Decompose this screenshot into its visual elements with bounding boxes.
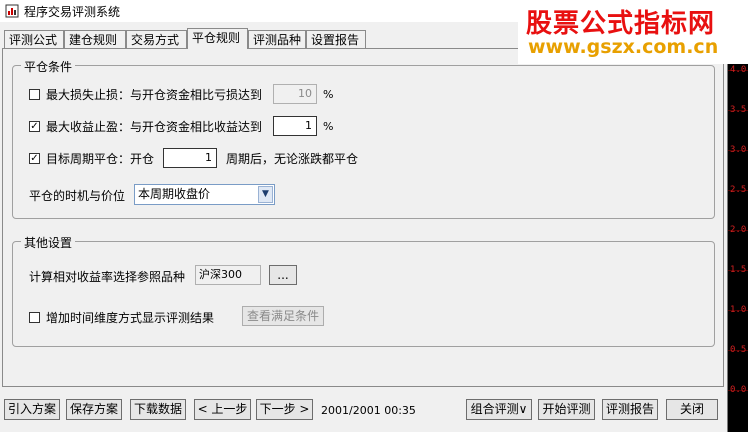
strip-label: 3.5 xyxy=(730,105,747,115)
time-dim-row: 增加时间维度方式显示评测结果 xyxy=(29,309,214,326)
close-conditions-group: 平仓条件 最大损失止损：与开仓资金相比亏损达到 10 % ✓ 最大收益止盈：与开… xyxy=(12,58,715,219)
site-watermark: 股票公式指标网 www.gszx.com.cn xyxy=(518,0,748,64)
tab-report-settings[interactable]: 设置报告 xyxy=(306,30,366,48)
dialog-body: 评测公式 建仓规则 交易方式 平仓规则 评测品种 设置报告 平仓条件 最大损失止… xyxy=(0,22,728,432)
tab-open-rules[interactable]: 建仓规则 xyxy=(64,30,126,48)
strip-label: 3.0 xyxy=(730,145,747,155)
strip-label: 1.5 xyxy=(730,265,747,275)
download-data-button[interactable]: 下载数据 xyxy=(130,399,186,420)
max-loss-row: 最大损失止损：与开仓资金相比亏损达到 xyxy=(29,86,262,103)
save-scheme-button[interactable]: 保存方案 xyxy=(66,399,122,420)
background-chart-strip: 4.0 3.5 3.0 2.5 2.0 1.5 1.0 0.5 0.0 xyxy=(728,0,748,432)
window-title: 程序交易评测系统 xyxy=(24,5,121,19)
other-settings-label: 其他设置 xyxy=(21,234,76,251)
date-status: 2001/2001 00:35 xyxy=(321,404,416,417)
strip-label: 2.5 xyxy=(730,185,747,195)
tab-panel-close-rules: 平仓条件 最大损失止损：与开仓资金相比亏损达到 10 % ✓ 最大收益止盈：与开… xyxy=(2,48,724,387)
watermark-url: www.gszx.com.cn xyxy=(528,36,719,58)
close-button[interactable]: 关闭 xyxy=(666,399,718,420)
target-period-checkbox[interactable]: ✓ xyxy=(29,153,40,164)
tab-trade-mode[interactable]: 交易方式 xyxy=(126,30,187,48)
benchmark-field: 沪深300 xyxy=(195,265,261,285)
close-timing-value: 本周期收盘价 xyxy=(138,187,211,201)
target-period-label: 目标周期平仓：开仓 xyxy=(46,152,155,166)
max-profit-unit: % xyxy=(323,120,334,133)
test-report-button[interactable]: 评测报告 xyxy=(602,399,658,420)
target-period-row: ✓ 目标周期平仓：开仓 xyxy=(29,150,154,167)
watermark-title: 股票公式指标网 xyxy=(526,9,716,39)
close-timing-label: 平仓的时机与价位 xyxy=(29,189,126,203)
tab-formula[interactable]: 评测公式 xyxy=(4,30,64,48)
max-loss-input[interactable]: 10 xyxy=(273,84,317,104)
target-period-input[interactable]: 1 xyxy=(163,148,217,168)
strip-label: 2.0 xyxy=(730,225,747,235)
view-conditions-button[interactable]: 查看满足条件 xyxy=(242,306,324,326)
strip-label: 0.0 xyxy=(730,385,747,395)
strip-label: 4.0 xyxy=(730,65,747,75)
tab-close-rules[interactable]: 平仓规则 xyxy=(187,28,248,49)
close-timing-select[interactable]: 本周期收盘价 ▼ xyxy=(134,184,275,205)
max-profit-row: ✓ 最大收益止盈：与开仓资金相比收益达到 xyxy=(29,118,262,135)
strip-label: 0.5 xyxy=(730,345,747,355)
prev-step-button[interactable]: < 上一步 xyxy=(194,399,251,420)
target-period-suffix: 周期后，无论涨跌都平仓 xyxy=(226,152,359,166)
max-loss-label: 最大损失止损：与开仓资金相比亏损达到 xyxy=(46,88,263,102)
time-dim-checkbox[interactable] xyxy=(29,312,40,323)
max-loss-checkbox[interactable] xyxy=(29,89,40,100)
start-test-button[interactable]: 开始评测 xyxy=(538,399,595,420)
benchmark-browse-button[interactable]: ... xyxy=(269,265,297,285)
import-scheme-button[interactable]: 引入方案 xyxy=(4,399,60,420)
app-icon xyxy=(5,4,19,18)
time-dim-label: 增加时间维度方式显示评测结果 xyxy=(46,311,215,325)
other-settings-group: 其他设置 计算相对收益率选择参照品种 沪深300 ... 增加时间维度方式显示评… xyxy=(12,234,715,347)
max-profit-input[interactable]: 1 xyxy=(273,116,317,136)
max-loss-unit: % xyxy=(323,88,334,101)
chevron-down-icon[interactable]: ▼ xyxy=(258,186,273,203)
tab-instruments[interactable]: 评测品种 xyxy=(248,30,306,48)
max-profit-label: 最大收益止盈：与开仓资金相比收益达到 xyxy=(46,120,263,134)
close-conditions-label: 平仓条件 xyxy=(21,58,76,75)
strip-label: 1.0 xyxy=(730,305,747,315)
combo-test-button[interactable]: 组合评测∨ xyxy=(466,399,532,420)
max-profit-checkbox[interactable]: ✓ xyxy=(29,121,40,132)
next-step-button[interactable]: 下一步 > xyxy=(256,399,313,420)
benchmark-label: 计算相对收益率选择参照品种 xyxy=(29,270,186,284)
